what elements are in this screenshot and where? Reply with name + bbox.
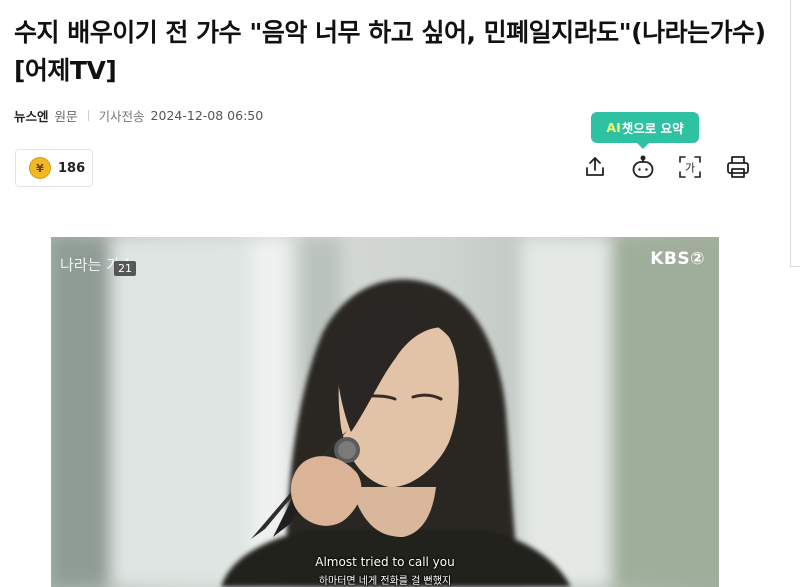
share-button[interactable]: [580, 152, 610, 182]
article-video-still[interactable]: 나라는 가수 21 KBS② Almost tried to call you …: [51, 237, 719, 587]
publish-date: 2024-12-08 06:50: [150, 108, 264, 123]
font-size-icon: 가: [679, 156, 701, 178]
article-title: 수지 배우이기 전 가수 "음악 너무 하고 싶어, 민폐일지라도"(나라는가수…: [14, 18, 766, 85]
reaction-count: 186: [58, 160, 86, 176]
share-icon: [586, 157, 604, 176]
date-label: 기사전송: [98, 109, 145, 124]
font-size-button[interactable]: 가: [675, 152, 705, 182]
ai-chat-icon: [632, 155, 654, 178]
article-meta: 뉴스엔 원문 기사전송 2024-12-08 06:50: [14, 106, 263, 125]
print-icon: [727, 156, 749, 178]
video-scene: [51, 237, 719, 587]
ai-label: AI: [606, 120, 621, 135]
meta-divider: [87, 110, 89, 121]
episode-badge: 21: [114, 261, 136, 276]
subtitle-korean: 하마터면 네게 전화를 걸 뻔했지: [318, 576, 452, 587]
article: 수지 배우이기 전 가수 "음악 너무 하고 싶어, 민폐일지라도"(나라는가수…: [0, 0, 790, 587]
press-name[interactable]: 뉴스엔: [14, 106, 49, 125]
font-size-glyph: 가: [685, 162, 695, 175]
ai-summary-tooltip[interactable]: AI 챗으로 요약: [591, 112, 699, 149]
broadcaster-logo: KBS②: [650, 249, 705, 269]
ai-chat-button[interactable]: [628, 152, 658, 182]
ai-summary-label: 챗으로 요약: [621, 121, 684, 136]
side-divider-tick: [790, 266, 800, 267]
original-link[interactable]: 원문: [55, 106, 78, 125]
reaction-button[interactable]: ¥ 186: [15, 149, 93, 187]
print-button[interactable]: [723, 152, 753, 182]
side-divider: [790, 0, 791, 266]
subtitle-english: Almost tried to call you: [315, 555, 455, 569]
coin-icon: ¥: [29, 157, 51, 179]
